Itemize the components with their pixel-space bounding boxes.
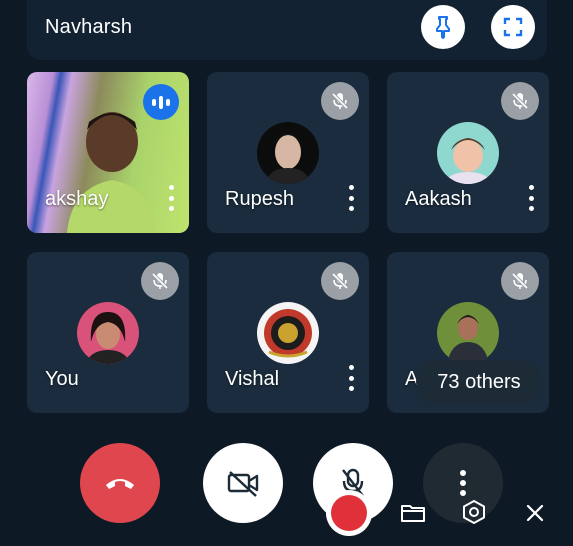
participant-name: Rupesh	[225, 188, 294, 210]
avatar	[437, 302, 499, 364]
participant-name: Aakash	[405, 188, 472, 210]
mic-off-icon	[501, 262, 539, 300]
close-icon	[526, 504, 544, 522]
record-dot-icon	[331, 495, 367, 531]
person-silhouette	[67, 112, 157, 233]
participant-tile-aakash[interactable]: Aakash	[387, 72, 549, 233]
participant-name: akshay	[45, 188, 109, 210]
fullscreen-icon	[503, 17, 523, 37]
pin-button[interactable]	[421, 5, 465, 49]
participant-name: You	[45, 368, 79, 390]
hexagon-settings-icon	[463, 500, 485, 524]
meeting-title: Navharsh	[45, 16, 133, 38]
participant-tile-rupesh[interactable]: Rupesh	[207, 72, 369, 233]
folder-button[interactable]	[398, 498, 428, 528]
pin-icon	[436, 16, 450, 39]
others-count-chip[interactable]: 73 others	[416, 360, 542, 404]
video-off-icon	[227, 471, 259, 497]
avatar	[437, 122, 499, 184]
camera-toggle-button[interactable]	[203, 443, 283, 523]
participant-name: Vishal	[225, 368, 280, 390]
more-vertical-icon[interactable]	[345, 185, 357, 211]
avatar	[77, 302, 139, 364]
participant-tile-vishal[interactable]: Vishal	[207, 252, 369, 413]
mic-off-icon	[321, 262, 359, 300]
more-vertical-icon[interactable]	[525, 185, 537, 211]
end-call-button[interactable]	[80, 443, 160, 523]
recorder-close-button[interactable]	[520, 498, 550, 528]
more-vertical-icon[interactable]	[165, 185, 177, 211]
participant-tile-akshay[interactable]: akshay	[27, 72, 189, 233]
meeting-header: Navharsh	[27, 0, 547, 60]
mic-off-icon	[141, 262, 179, 300]
record-button[interactable]	[326, 490, 372, 536]
participant-tile-you[interactable]: You	[27, 252, 189, 413]
avatar	[257, 122, 319, 184]
fullscreen-button[interactable]	[491, 5, 535, 49]
phone-hangup-icon	[106, 479, 134, 489]
avatar	[257, 302, 319, 364]
folder-icon	[401, 505, 425, 522]
more-vertical-icon[interactable]	[345, 365, 357, 391]
more-vertical-icon	[458, 470, 468, 496]
mic-off-icon	[501, 82, 539, 120]
recorder-settings-button[interactable]	[459, 497, 489, 527]
mic-off-icon	[321, 82, 359, 120]
speaking-indicator	[143, 84, 179, 120]
